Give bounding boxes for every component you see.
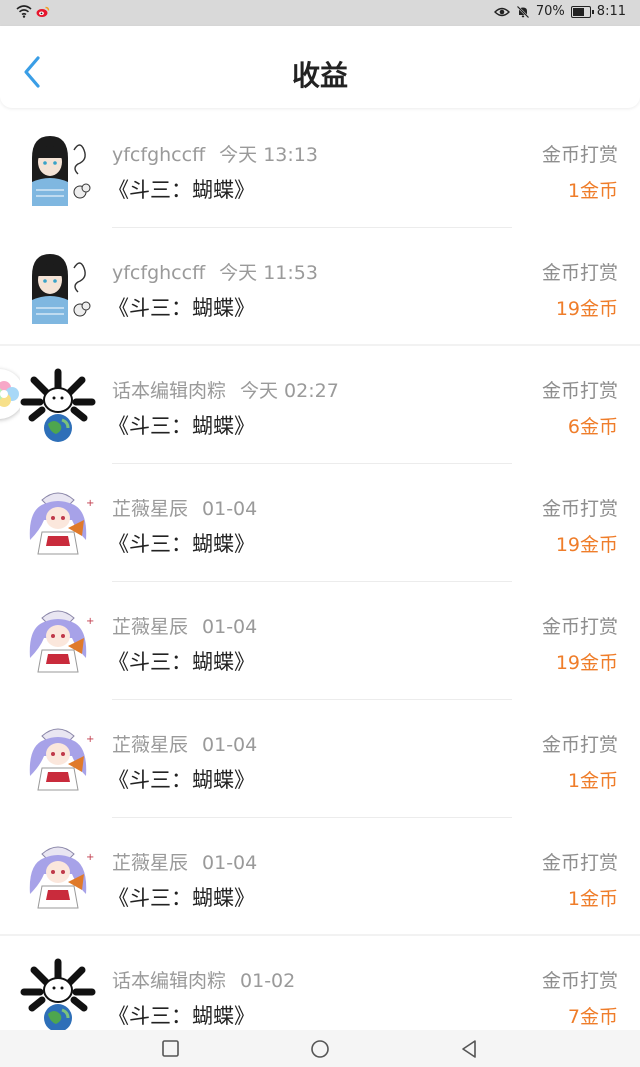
- username: 芷薇星辰: [112, 498, 189, 520]
- svg-text:+: +: [86, 498, 94, 509]
- recent-apps-button[interactable]: [160, 1038, 182, 1060]
- avatar: [20, 366, 96, 442]
- list-item[interactable]: + 芷薇星辰 01-04 《斗三：蝴蝶》 金币打赏 1金币: [0, 700, 640, 818]
- user-line: yfcfghccff 今天 13:13: [112, 140, 318, 167]
- status-bar: 70% 8:11: [0, 0, 640, 26]
- avatar: +: [20, 720, 96, 796]
- username: 芷薇星辰: [112, 734, 189, 756]
- timestamp: 今天 11:53: [219, 262, 318, 284]
- user-line: 话本编辑肉粽 01-02: [112, 966, 295, 993]
- list-item[interactable]: + 芷薇星辰 01-04 《斗三：蝴蝶》 金币打赏 19金币: [0, 582, 640, 700]
- timestamp: 01-04: [202, 498, 258, 520]
- svg-text:+: +: [86, 734, 94, 745]
- username: 芷薇星辰: [112, 616, 189, 638]
- header: 收益: [0, 26, 640, 108]
- book-title: 《斗三：蝴蝶》: [108, 414, 255, 438]
- square-icon: [162, 1040, 179, 1057]
- book-title: 《斗三：蝴蝶》: [108, 1004, 255, 1028]
- book-title: 《斗三：蝴蝶》: [108, 178, 255, 202]
- battery-percent: 70%: [535, 4, 565, 19]
- home-button[interactable]: [309, 1038, 331, 1060]
- avatar: +: [20, 602, 96, 678]
- reward-amount: 1金币: [567, 888, 618, 910]
- clock: 8:11: [596, 4, 626, 19]
- reward-amount: 19金币: [555, 652, 618, 674]
- reward-amount: 19金币: [555, 534, 618, 556]
- list-item[interactable]: yfcfghccff 今天 11:53 《斗三：蝴蝶》 金币打赏 19金币: [0, 228, 640, 346]
- svg-text:+: +: [86, 852, 94, 863]
- list-item[interactable]: yfcfghccff 今天 13:13 《斗三：蝴蝶》 金币打赏 1金币: [0, 110, 640, 228]
- user-line: 芷薇星辰 01-04: [112, 612, 257, 639]
- system-nav-bar: [0, 1030, 640, 1067]
- avatar: +: [20, 484, 96, 560]
- username: 芷薇星辰: [112, 852, 189, 874]
- reward-type: 金币打赏: [541, 380, 618, 402]
- book-title: 《斗三：蝴蝶》: [108, 886, 255, 910]
- reward-amount: 1金币: [567, 770, 618, 792]
- reward-type: 金币打赏: [541, 616, 618, 638]
- triangle-back-icon: [462, 1040, 476, 1058]
- wifi-icon: [16, 5, 32, 18]
- book-title: 《斗三：蝴蝶》: [108, 296, 255, 320]
- earnings-list: yfcfghccff 今天 13:13 《斗三：蝴蝶》 金币打赏 1金币 yfcf…: [0, 110, 640, 1054]
- mute-bell-icon: [516, 5, 530, 18]
- avatar: [20, 956, 96, 1032]
- reward-type: 金币打赏: [541, 734, 618, 756]
- username: 话本编辑肉粽: [112, 970, 227, 992]
- eye-icon: [493, 7, 510, 16]
- timestamp: 今天 13:13: [219, 144, 318, 166]
- reward-type: 金币打赏: [541, 262, 618, 284]
- list-item[interactable]: + 芷薇星辰 01-04 《斗三：蝴蝶》 金币打赏 19金币: [0, 464, 640, 582]
- username: yfcfghccff: [112, 144, 206, 166]
- user-line: yfcfghccff 今天 11:53: [112, 258, 318, 285]
- svg-text:+: +: [86, 616, 94, 627]
- username: 话本编辑肉粽: [112, 380, 227, 402]
- back-nav-button[interactable]: [458, 1038, 480, 1060]
- weibo-icon: [36, 6, 50, 17]
- avatar: [20, 130, 96, 206]
- avatar: +: [20, 838, 96, 914]
- list-item[interactable]: 话本编辑肉粽 今天 02:27 《斗三：蝴蝶》 金币打赏 6金币: [0, 346, 640, 464]
- reward-type: 金币打赏: [541, 970, 618, 992]
- list-item[interactable]: + 芷薇星辰 01-04 《斗三：蝴蝶》 金币打赏 1金币: [0, 818, 640, 936]
- reward-type: 金币打赏: [541, 144, 618, 166]
- reward-amount: 1金币: [567, 180, 618, 202]
- reward-type: 金币打赏: [541, 852, 618, 874]
- book-title: 《斗三：蝴蝶》: [108, 532, 255, 556]
- user-line: 芷薇星辰 01-04: [112, 494, 257, 521]
- reward-amount: 6金币: [567, 416, 618, 438]
- username: yfcfghccff: [112, 262, 206, 284]
- battery-icon: [570, 5, 594, 18]
- page-title: 收益: [291, 59, 348, 92]
- timestamp: 01-04: [202, 734, 258, 756]
- reward-amount: 19金币: [555, 298, 618, 320]
- avatar: [20, 248, 96, 324]
- status-right: 70% 8:11: [493, 4, 626, 19]
- reward-amount: 7金币: [567, 1006, 618, 1028]
- reward-type: 金币打赏: [541, 498, 618, 520]
- book-title: 《斗三：蝴蝶》: [108, 768, 255, 792]
- user-line: 芷薇星辰 01-04: [112, 848, 257, 875]
- timestamp: 今天 02:27: [240, 380, 339, 402]
- circle-icon: [311, 1040, 329, 1058]
- user-line: 芷薇星辰 01-04: [112, 730, 257, 757]
- user-line: 话本编辑肉粽 今天 02:27: [112, 376, 339, 403]
- book-title: 《斗三：蝴蝶》: [108, 650, 255, 674]
- timestamp: 01-02: [240, 970, 296, 992]
- status-left: [16, 5, 50, 18]
- timestamp: 01-04: [202, 852, 258, 874]
- timestamp: 01-04: [202, 616, 258, 638]
